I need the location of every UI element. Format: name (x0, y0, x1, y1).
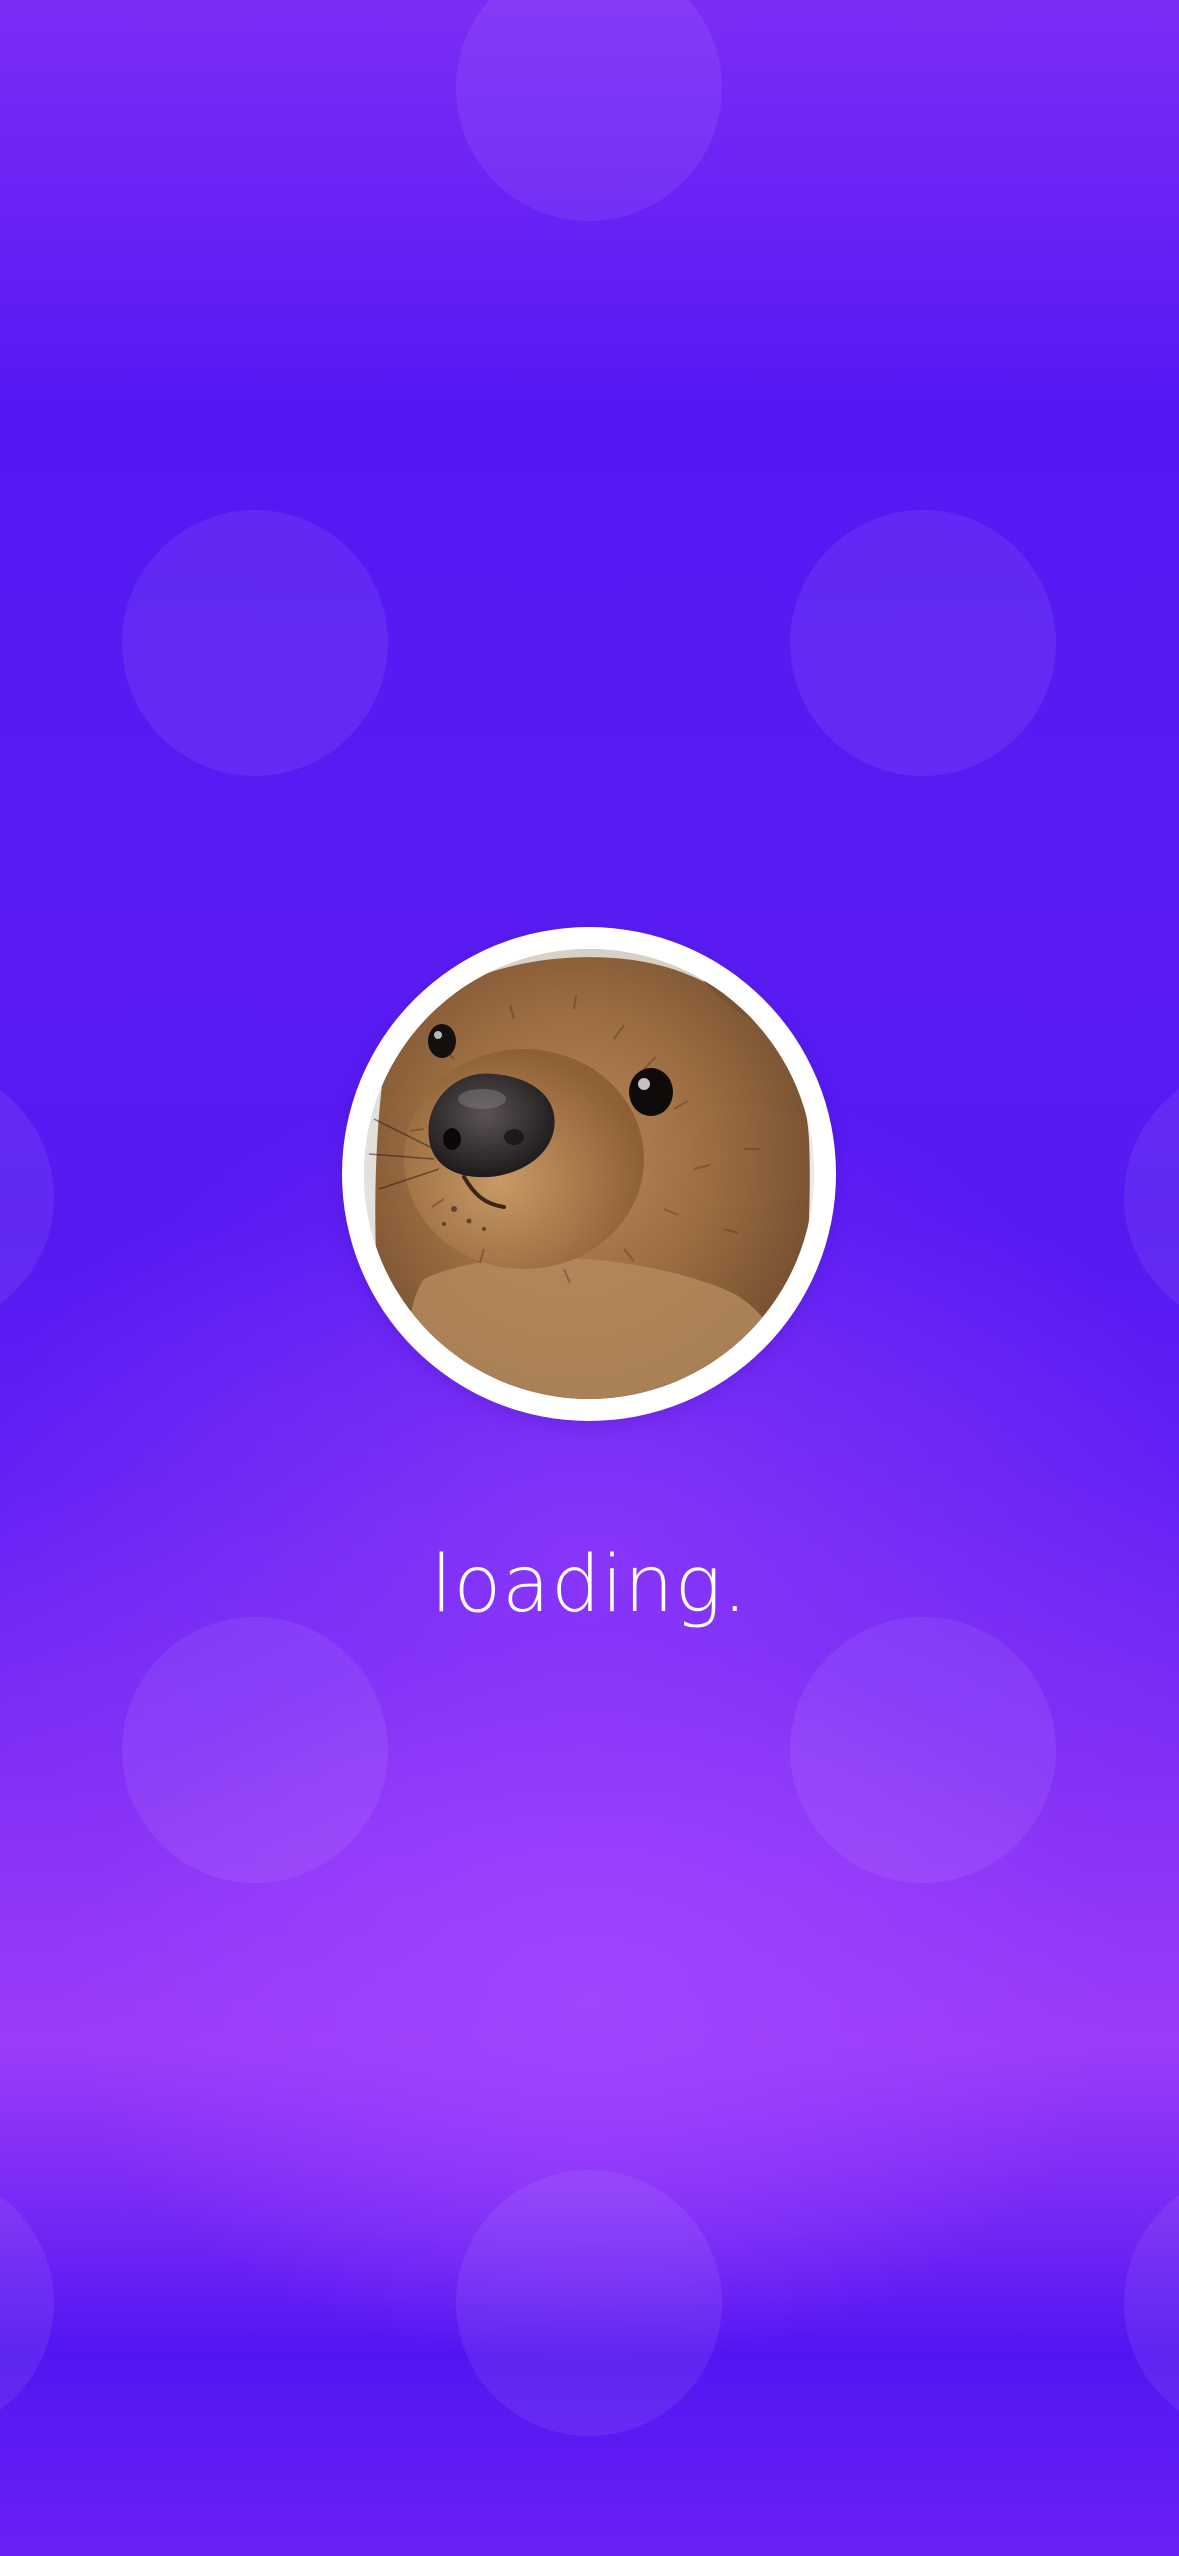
decorative-bubble (0, 2170, 54, 2436)
quokka-avatar-image (364, 949, 814, 1399)
loading-screen: loading. (0, 0, 1179, 2556)
decorative-bubble (1124, 2170, 1179, 2436)
decorative-bubble (0, 1064, 54, 1330)
decorative-bubble (790, 1617, 1056, 1883)
decorative-bubble (456, 2170, 722, 2436)
decorative-bubble (122, 510, 388, 776)
decorative-bubble (1124, 1064, 1179, 1330)
loading-label: loading. (430, 1540, 749, 1630)
avatar (342, 927, 836, 1421)
decorative-bubble (790, 510, 1056, 776)
decorative-bubble (122, 1617, 388, 1883)
decorative-bubble (456, 0, 722, 221)
